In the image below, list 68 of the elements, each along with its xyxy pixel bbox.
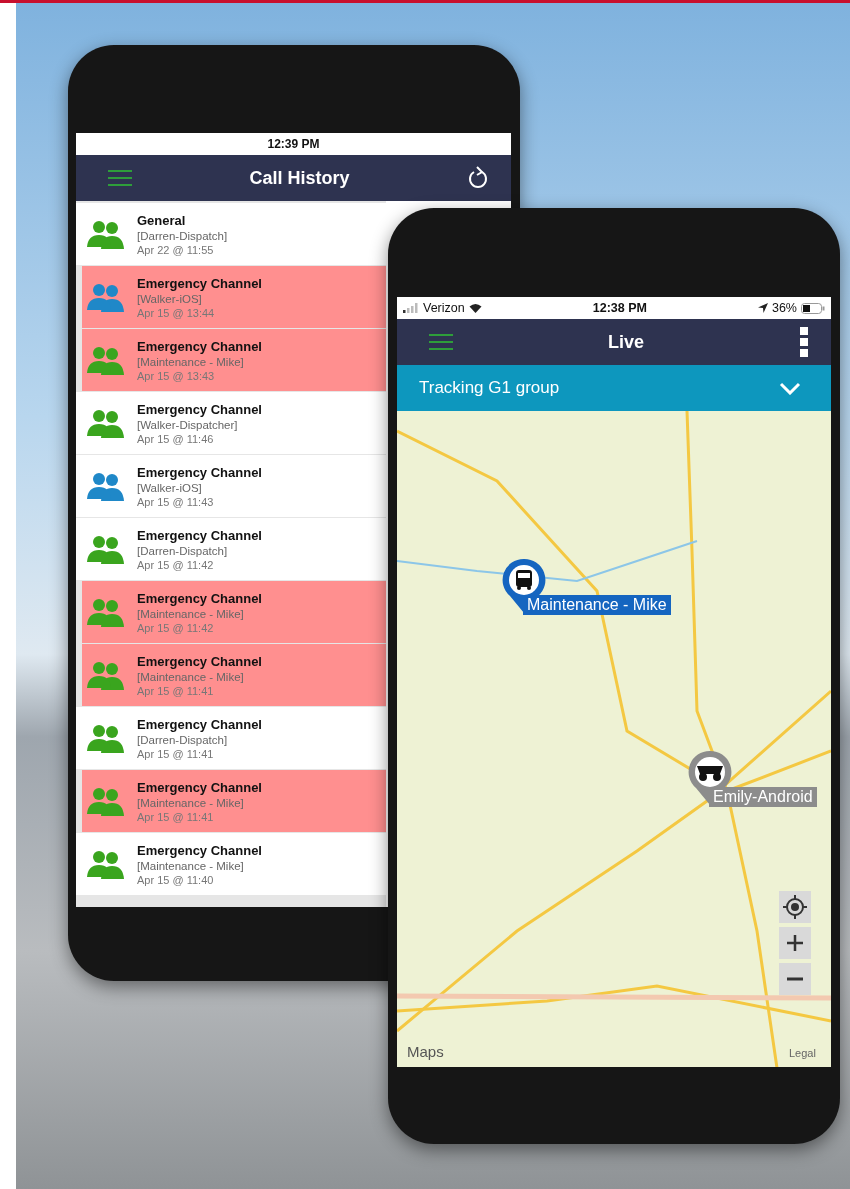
more-options-icon[interactable] [799,327,809,357]
call-row[interactable]: General [Darren-Dispatch] Apr 22 @ 11:55 [76,203,386,265]
caller-name: [Darren-Dispatch] [137,544,229,557]
call-row[interactable]: Emergency Channel [Maintenance - Mike] Apr 15 @ 11:40 [76,833,386,895]
caller-name: [Darren-Dispatch] [137,229,228,242]
refresh-icon[interactable] [467,166,489,190]
crosshair-icon [783,895,807,919]
channel-name: Emergency Channel [137,527,262,543]
call-time: Apr 15 @ 11:41 [137,747,215,760]
channel-name: Emergency Channel [137,275,262,291]
legal-link[interactable]: Legal [789,1047,816,1059]
caller-name: [Maintenance - Mike] [137,796,245,809]
caller-name: [Maintenance - Mike] [137,355,245,368]
marker-label: Maintenance - Mike [523,595,671,615]
menu-icon[interactable] [429,333,453,351]
call-time: Apr 15 @ 13:44 [137,306,216,319]
zoom-in-button[interactable] [779,927,811,959]
caller-name: [Maintenance - Mike] [137,859,245,872]
channel-name: Emergency Channel [137,842,262,858]
channel-name: Emergency Channel [137,653,262,669]
call-time: Apr 15 @ 11:41 [137,810,215,823]
call-row[interactable]: Emergency Channel [Maintenance - Mike] Apr 15 @ 13:43 [82,329,386,391]
status-time: 12:38 PM [592,301,647,315]
call-time: Apr 15 @ 11:41 [137,684,215,697]
call-time: Apr 15 @ 11:43 [137,495,215,508]
call-time: Apr 15 @ 11:42 [137,558,215,571]
call-row[interactable]: Emergency Channel [Walker-iOS] Apr 15 @ 11:43 [76,455,386,517]
carrier-name: Verizon [423,301,465,315]
caller-name: [Walker-Dispatcher] [137,418,239,431]
chevron-down-icon [779,381,801,395]
call-row[interactable]: Emergency Channel [Maintenance - Mike] Apr 15 @ 11:41 [82,770,386,832]
call-row[interactable]: Emergency Channel [Darren-Dispatch] Apr 15 @ 11:42 [76,518,386,580]
call-row[interactable]: Emergency Channel [Darren-Dispatch] Apr 15 @ 11:41 [76,707,386,769]
call-row[interactable]: Emergency Channel [Maintenance - Mike] Apr 15 @ 11:42 [82,581,386,643]
menu-icon[interactable] [108,169,132,187]
call-row[interactable]: Emergency Channel [Maintenance - Mike] Apr 15 @ 11:41 [82,644,386,706]
wifi-icon [468,303,482,313]
channel-name: Emergency Channel [137,590,262,606]
caller-name: [Darren-Dispatch] [137,733,229,746]
channel-name: Emergency Channel [137,779,262,795]
call-row[interactable]: Emergency Channel [Walker-iOS] Apr 15 @ 13:44 [82,266,386,328]
screen-title: Live [608,331,644,353]
location-arrow-icon [757,303,768,313]
battery-percent: 36% [771,301,797,315]
channel-name: Emergency Channel [137,464,262,480]
battery-icon [801,302,825,314]
call-row[interactable]: Emergency Channel [Walker-Dispatcher] Apr 15 @ 11:46 [76,392,386,454]
call-time: Apr 15 @ 13:43 [137,369,216,382]
call-time: Apr 15 @ 11:40 [137,873,215,886]
channel-name: General [137,212,187,228]
status-time: 12:39 PM [267,137,320,151]
signal-icon [403,303,419,313]
call-time: Apr 22 @ 11:55 [137,243,215,256]
call-time: Apr 15 @ 11:46 [137,432,215,445]
marker-label: Emily-Android [709,787,817,807]
caller-name: [Maintenance - Mike] [137,607,245,620]
zoom-out-button[interactable] [779,963,811,995]
caller-name: [Walker-iOS] [137,292,203,305]
plus-icon [787,935,803,951]
caller-name: [Maintenance - Mike] [137,670,245,683]
map-attribution: Maps [407,1043,444,1060]
caller-name: [Walker-iOS] [137,481,203,494]
channel-name: Emergency Channel [137,401,262,417]
screen-title: Call History [249,167,350,189]
channel-name: Emergency Channel [137,338,262,354]
locate-button[interactable] [779,891,811,923]
call-time: Apr 15 @ 11:42 [137,621,215,634]
channel-name: Emergency Channel [137,716,262,732]
